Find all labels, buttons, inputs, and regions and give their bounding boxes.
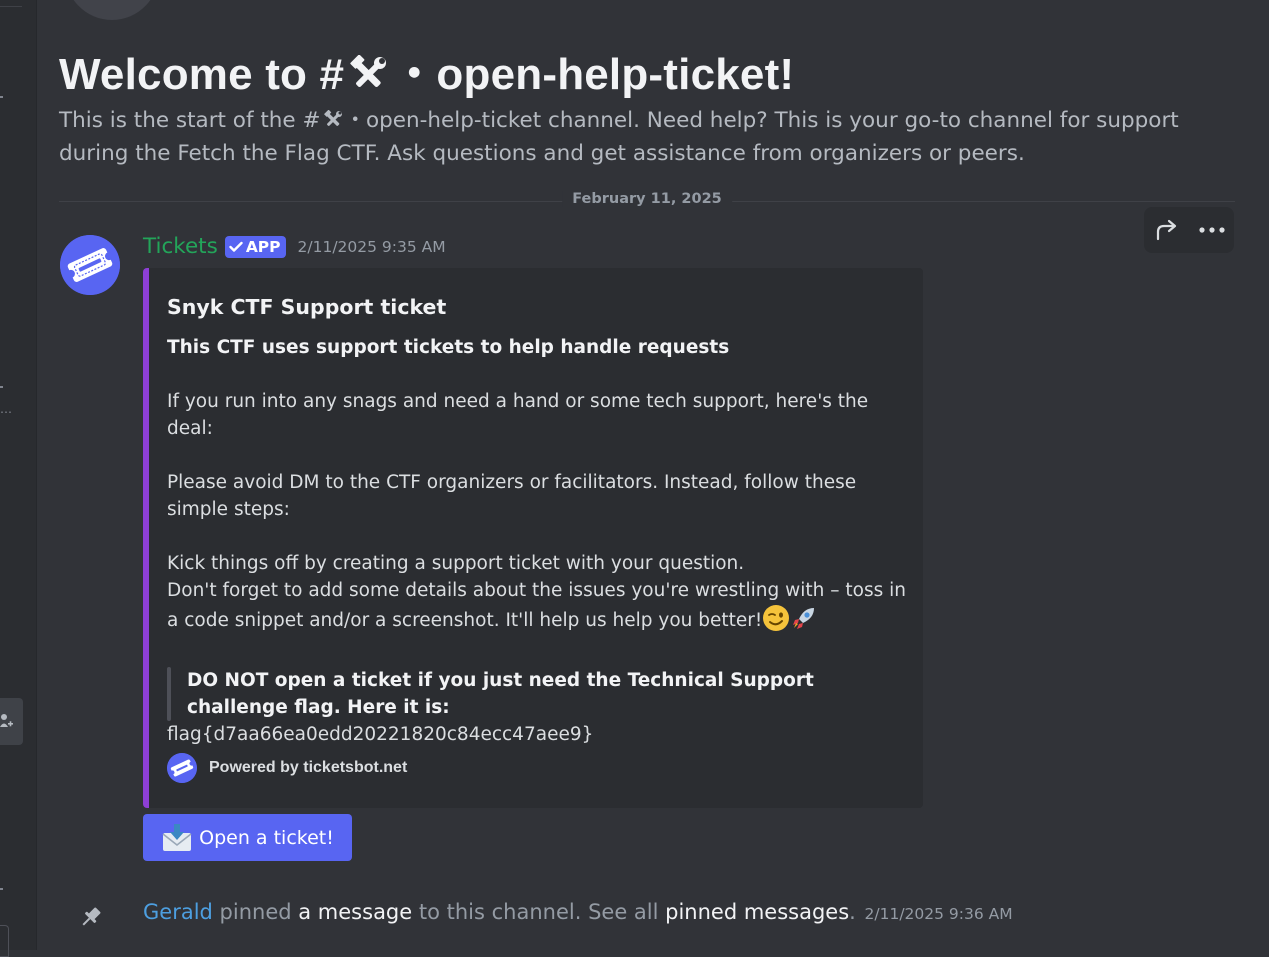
tickets-bot-avatar[interactable] bbox=[60, 235, 120, 295]
more-button[interactable] bbox=[1194, 212, 1230, 248]
message-actions-toolbar bbox=[1144, 207, 1234, 253]
message-timestamp[interactable]: 2/11/2025 9:35 AM bbox=[298, 238, 446, 256]
embed-heading: This CTF uses support tickets to help ha… bbox=[167, 337, 730, 358]
embed-footer-text: Powered by ticketsbot.net bbox=[209, 759, 408, 776]
embed-paragraph: Please avoid DM to the CTF organizers or… bbox=[167, 472, 857, 520]
pin-icon bbox=[82, 907, 101, 926]
channel-header-avatar bbox=[64, 0, 160, 20]
welcome-description: This is the start of the # ・open-help-tic… bbox=[59, 108, 1179, 166]
pin-message-text: Gerald pinned a message to this channel.… bbox=[143, 900, 1013, 924]
embed-paragraph: Kick things off by creating a support ti… bbox=[167, 553, 745, 574]
pin-author-name[interactable]: Gerald bbox=[143, 900, 213, 924]
embed-paragraph: If you run into any snags and need a han… bbox=[167, 391, 869, 439]
channel-sidebar-edge: … bbox=[0, 0, 37, 957]
embed-description: This CTF uses support tickets to help ha… bbox=[167, 334, 907, 748]
date-divider-label: February 11, 2025 bbox=[562, 191, 732, 207]
author-name[interactable]: Tickets bbox=[143, 234, 218, 259]
sidebar-tick bbox=[0, 888, 3, 890]
ticket-logo-icon bbox=[60, 235, 120, 295]
sidebar-more-icon[interactable]: … bbox=[0, 402, 13, 416]
ticketsbot-icon bbox=[167, 753, 197, 783]
message-header: Tickets APP 2/11/2025 9:35 AM bbox=[143, 234, 446, 259]
app-badge: APP bbox=[224, 235, 286, 258]
sidebar-divider bbox=[0, 6, 22, 7]
embed-footer: Powered by ticketsbot.net bbox=[167, 753, 407, 783]
embed-paragraph: Don't forget to add some details about t… bbox=[167, 577, 907, 640]
forward-button[interactable] bbox=[1149, 212, 1185, 248]
support-embed: Snyk CTF Support ticket This CTF uses su… bbox=[143, 268, 923, 808]
winking-face-icon bbox=[762, 604, 790, 640]
embed-blockquote: DO NOT open a ticket if you just need th… bbox=[167, 667, 877, 721]
welcome-title: Welcome to # ・open-help-ticket! bbox=[59, 38, 794, 106]
envelope-with-arrow-icon bbox=[162, 823, 192, 851]
sidebar-tick bbox=[0, 386, 3, 388]
hammer-and-wrench-icon bbox=[323, 109, 343, 139]
sidebar-bottom-item[interactable] bbox=[0, 925, 9, 957]
pinned-messages-link[interactable]: pinned messages bbox=[665, 900, 849, 924]
more-icon bbox=[1198, 227, 1225, 233]
pin-timestamp[interactable]: 2/11/2025 9:36 AM bbox=[865, 905, 1013, 923]
hammer-and-wrench-icon bbox=[348, 54, 388, 106]
add-member-button[interactable] bbox=[0, 698, 23, 745]
verified-check-icon bbox=[229, 241, 243, 252]
pinned-message-link[interactable]: a message bbox=[298, 900, 412, 924]
forward-icon bbox=[1156, 219, 1176, 241]
sidebar-tick bbox=[0, 96, 3, 98]
rocket-icon bbox=[790, 604, 818, 640]
embed-title: Snyk CTF Support ticket bbox=[167, 295, 447, 319]
add-member-icon bbox=[0, 714, 13, 727]
flag-text: flag{d7aa66ea0edd20221820c84ecc47aee9} bbox=[167, 724, 594, 745]
open-ticket-button[interactable]: Open a ticket! bbox=[143, 814, 352, 861]
date-divider: February 11, 2025 bbox=[59, 191, 1235, 207]
